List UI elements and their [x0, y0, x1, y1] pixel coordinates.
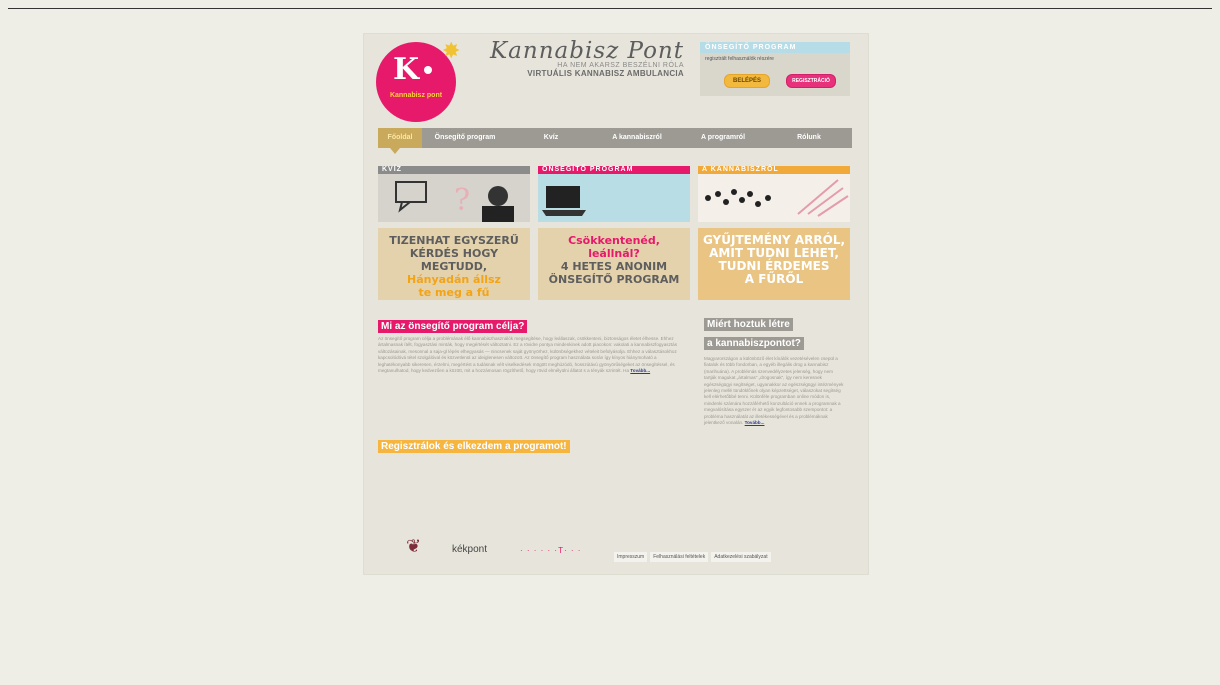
quiz-cta-line3: Hányadán állsz: [407, 273, 501, 286]
kekpont-logo[interactable]: kékpont: [452, 544, 487, 555]
footer-link-privacy[interactable]: Adatkezelési szabályzat: [711, 552, 771, 562]
cannabis-panel-image: [698, 174, 850, 222]
nav-item-home[interactable]: Főoldal: [378, 128, 422, 148]
register-button[interactable]: REGISZTRÁCIÓ: [786, 74, 836, 88]
program-goal-more-link[interactable]: Tovább...: [630, 368, 650, 373]
why-section: Miért hoztuk létre a kannabiszpontot? Ma…: [704, 314, 848, 426]
why-text: Magyarországon a különböző élet kínálók …: [704, 356, 844, 426]
login-box-note: regisztrált felhasználók részére: [705, 56, 774, 62]
self-help-panel-title: ÖNSEGÍTŐ PROGRAM: [538, 166, 690, 174]
nav-active-indicator: [390, 148, 400, 154]
quiz-panel[interactable]: KVÍZ ? TIZENHAT EGYSZERŰ KÉRDÉS HOGY MEG…: [378, 166, 530, 300]
partner-logo-icon[interactable]: ❦: [406, 536, 421, 557]
quiz-panel-cta[interactable]: TIZENHAT EGYSZERŰ KÉRDÉS HOGY MEGTUDD, H…: [378, 228, 530, 300]
page-container: K Kannabisz pont ✸ Kannabisz Pont HA NEM…: [364, 34, 868, 574]
login-box: ÖNSEGÍTŐ PROGRAM regisztrált felhasználó…: [700, 42, 850, 96]
svg-text:?: ?: [454, 183, 470, 218]
site-logo[interactable]: K Kannabisz pont ✸: [376, 38, 460, 122]
nav-item-quiz[interactable]: Kvíz: [508, 128, 594, 148]
login-box-title: ÖNSEGÍTŐ PROGRAM: [700, 42, 850, 53]
why-heading-line1: Miért hoztuk létre: [704, 318, 793, 331]
register-start-cta[interactable]: Regisztrálok és elkezdem a programot!: [378, 440, 570, 453]
self-help-panel-cta[interactable]: Csökkentenéd, leállnál? 4 HETES ANONIM Ö…: [538, 228, 690, 300]
telekom-logo[interactable]: · · · · · ·T· · ·: [520, 546, 581, 555]
top-divider: [8, 8, 1212, 9]
nav-item-self-help[interactable]: Önsegítő program: [422, 128, 508, 148]
cannabis-panel-title: A KANNABISZRÓL: [698, 166, 850, 174]
program-goal-text: Az önsegítő program célja a problémának …: [378, 336, 690, 374]
footer-links: Impresszum Felhasználási feltételek Adat…: [614, 552, 771, 562]
logo-subtitle: Kannabisz pont: [389, 92, 443, 99]
quiz-cta-line4: te meg a fű: [418, 286, 490, 299]
laptop-icon: [542, 186, 586, 216]
quiz-cta-line1: TIZENHAT EGYSZERŰ: [389, 234, 519, 247]
molecule-icon: [705, 179, 849, 217]
logo-dot: [424, 66, 432, 74]
why-more-link[interactable]: Tovább...: [745, 420, 765, 425]
footer-link-terms[interactable]: Felhasználási feltételek: [650, 552, 709, 562]
logo-letter: K: [393, 52, 420, 87]
brand-header: Kannabisz Pont HA NEM AKARSZ BESZÉLNI RÓ…: [472, 38, 684, 78]
login-button[interactable]: BELÉPÉS: [724, 74, 770, 88]
why-heading-line2: a kannabiszpontot?: [704, 337, 804, 350]
quiz-panel-image: ?: [378, 174, 530, 222]
quiz-cta-line2: KÉRDÉS HOGY MEGTUDD,: [409, 247, 499, 273]
footer-link-impressum[interactable]: Impresszum: [614, 552, 648, 562]
star-icon: ✸: [442, 38, 461, 63]
self-help-panel[interactable]: ÖNSEGÍTŐ PROGRAM Csökkentenéd, leállnál?…: [538, 166, 690, 300]
brand-script-name: Kannabisz Pont: [490, 38, 684, 64]
nav-item-cannabis[interactable]: A kannabiszról: [594, 128, 680, 148]
nav-item-about-us[interactable]: Rólunk: [766, 128, 852, 148]
quiz-panel-title: KVÍZ: [378, 166, 530, 174]
main-nav: Főoldal Önsegítő program Kvíz A kannabis…: [378, 128, 852, 148]
cannabis-panel[interactable]: A KANNABISZRÓL GYŰJTEMÉNY ARRÓL, AMIT TU…: [698, 166, 850, 300]
self-help-cta-line3: 4 HETES ANONIM: [560, 260, 668, 273]
self-help-cta-line1: Csökkentenéd,: [568, 234, 660, 247]
nav-item-about-program[interactable]: A programról: [680, 128, 766, 148]
cannabis-panel-cta[interactable]: GYŰJTEMÉNY ARRÓL, AMIT TUDNI LEHET, TUDN…: [698, 228, 850, 300]
self-help-cta-line2: leállnál?: [588, 247, 640, 260]
why-body: Magyarországon a különböző élet kínálók …: [704, 356, 844, 426]
brand-subtitle: VIRTUÁLIS KANNABISZ AMBULANCIA: [527, 69, 684, 78]
self-help-panel-image: [538, 174, 690, 222]
cannabis-cta-line4: A FŰRŐL: [744, 272, 804, 286]
self-help-cta-line4: ÖNSEGÍTŐ PROGRAM: [548, 273, 680, 286]
speech-bubble-icon: ?: [395, 181, 514, 222]
program-goal-heading: Mi az önsegítő program célja?: [378, 320, 528, 333]
